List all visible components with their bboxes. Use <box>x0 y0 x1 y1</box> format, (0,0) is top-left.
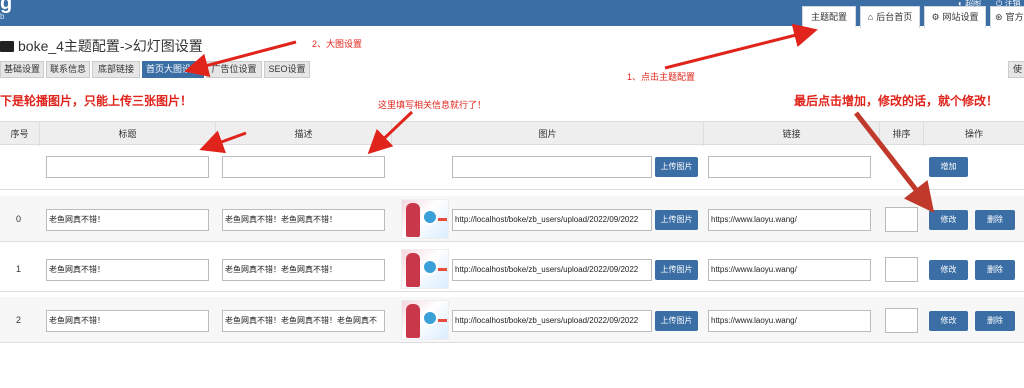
row-upload-button[interactable]: 上传图片 <box>655 311 698 331</box>
row-image-input[interactable]: http://localhost/boke/zb_users/upload/20… <box>452 209 652 231</box>
row-index: 0 <box>16 214 22 224</box>
new-upload-button[interactable]: 上传图片 <box>655 157 698 177</box>
subtab-contact[interactable]: 联系信息 <box>46 61 90 78</box>
table-row: 2 老鱼网真不错！ 老鱼网真不错！老鱼网真不错！老鱼网真不 http://loc… <box>0 297 1024 343</box>
tab-admin-home[interactable]: ⌂ 后台首页 <box>860 6 920 28</box>
edit-button[interactable]: 修改 <box>929 311 968 331</box>
row-link-input[interactable]: https://www.laoyu.wang/ <box>708 310 871 332</box>
row-link-input[interactable]: https://www.laoyu.wang/ <box>708 259 871 281</box>
row-link-input[interactable]: https://www.laoyu.wang/ <box>708 209 871 231</box>
delete-button[interactable]: 删除 <box>975 260 1015 280</box>
new-title-input[interactable] <box>46 156 209 178</box>
th-image: 图片 <box>392 122 704 146</box>
row-title-input[interactable]: 老鱼网真不错！ <box>46 209 209 231</box>
subtab-footer-links[interactable]: 底部链接 <box>92 61 140 78</box>
row-upload-button[interactable]: 上传图片 <box>655 210 698 230</box>
annotation-fill-info: 这里填写相关信息就行了！ <box>378 100 487 110</box>
row-order-input[interactable] <box>885 308 918 333</box>
tab-site-settings[interactable]: ⚙ 网站设置 <box>924 6 986 28</box>
page-title-text: boke_4主题配置->幻灯图设置 <box>18 38 203 54</box>
row-title-input[interactable]: 老鱼网真不错！ <box>46 310 209 332</box>
annotation-big-image: 2、大图设置 <box>312 39 363 49</box>
table-row: 1 老鱼网真不错！ 老鱼网真不错！老鱼网真不错！ http://localhos… <box>0 246 1024 292</box>
new-link-input[interactable] <box>708 156 871 178</box>
arrow-to-theme-config <box>664 23 818 70</box>
tab-site-settings-label: 网站设置 <box>942 12 979 22</box>
th-actions: 操作 <box>964 129 983 139</box>
home-icon: ⌂ <box>867 12 874 22</box>
row-order-input[interactable] <box>885 207 918 232</box>
delete-button[interactable]: 删除 <box>975 311 1015 331</box>
tab-theme-config[interactable]: 主题配置 <box>802 6 856 28</box>
row-thumbnail <box>401 249 449 289</box>
subtab-cut-off[interactable]: 使 <box>1008 61 1024 78</box>
tab-official[interactable]: ⊛ 官方 <box>990 6 1024 28</box>
table-header: 序号 标题 描述 图片 链接 排序 操作 <box>0 121 1024 146</box>
new-desc-input[interactable] <box>222 156 385 178</box>
th-desc: 描述 <box>216 122 392 146</box>
delete-button[interactable]: 删除 <box>975 210 1015 230</box>
th-order: 排序 <box>880 122 924 146</box>
row-thumbnail <box>401 199 449 239</box>
row-desc-input[interactable]: 老鱼网真不错！老鱼网真不错！ <box>222 209 385 231</box>
subtab-seo[interactable]: SEO设置 <box>264 61 310 78</box>
table-row-new: 上传图片 增加 <box>0 146 1024 190</box>
table-row: 0 老鱼网真不错！ 老鱼网真不错！老鱼网真不错！ http://localhos… <box>0 196 1024 242</box>
annotation-final-note: 最后点击增加，修改的话，就个修改！ <box>794 94 999 108</box>
tab-official-label: 官方 <box>1005 12 1024 22</box>
row-index: 2 <box>16 315 22 325</box>
row-title-input[interactable]: 老鱼网真不错！ <box>46 259 209 281</box>
th-index: 序号 <box>0 122 40 146</box>
row-image-input[interactable]: http://localhost/boke/zb_users/upload/20… <box>452 310 652 332</box>
site-logo-sub: b <box>0 12 5 21</box>
subtab-ads[interactable]: 广告位设置 <box>206 61 262 78</box>
row-desc-input[interactable]: 老鱼网真不错！老鱼网真不错！老鱼网真不 <box>222 310 385 332</box>
th-link: 链接 <box>704 122 880 146</box>
new-image-input[interactable] <box>452 156 652 178</box>
subtab-home-banner[interactable]: 首页大图设置 <box>142 61 204 78</box>
th-title: 标题 <box>40 122 216 146</box>
subtab-basic[interactable]: 基础设置 <box>0 61 44 78</box>
row-index: 1 <box>16 264 22 274</box>
user-icon: ⊛ <box>995 12 1003 22</box>
row-order-input[interactable] <box>885 257 918 282</box>
row-thumbnail <box>401 300 449 340</box>
annotation-click-theme: 1、点击主题配置 <box>627 72 696 82</box>
row-upload-button[interactable]: 上传图片 <box>655 260 698 280</box>
tab-admin-home-label: 后台首页 <box>876 12 913 22</box>
gear-icon: ⚙ <box>931 12 940 22</box>
edit-button[interactable]: 修改 <box>929 260 968 280</box>
add-button[interactable]: 增加 <box>929 157 968 177</box>
annotation-carousel-note: 下是轮播图片，只能上传三张图片！ <box>0 94 193 108</box>
page-title: boke_4主题配置->幻灯图设置 <box>0 36 203 56</box>
row-image-input[interactable]: http://localhost/boke/zb_users/upload/20… <box>452 259 652 281</box>
edit-button[interactable]: 修改 <box>929 210 968 230</box>
row-desc-input[interactable]: 老鱼网真不错！老鱼网真不错！ <box>222 259 385 281</box>
tab-theme-config-label: 主题配置 <box>810 12 847 22</box>
folder-icon <box>0 41 14 52</box>
